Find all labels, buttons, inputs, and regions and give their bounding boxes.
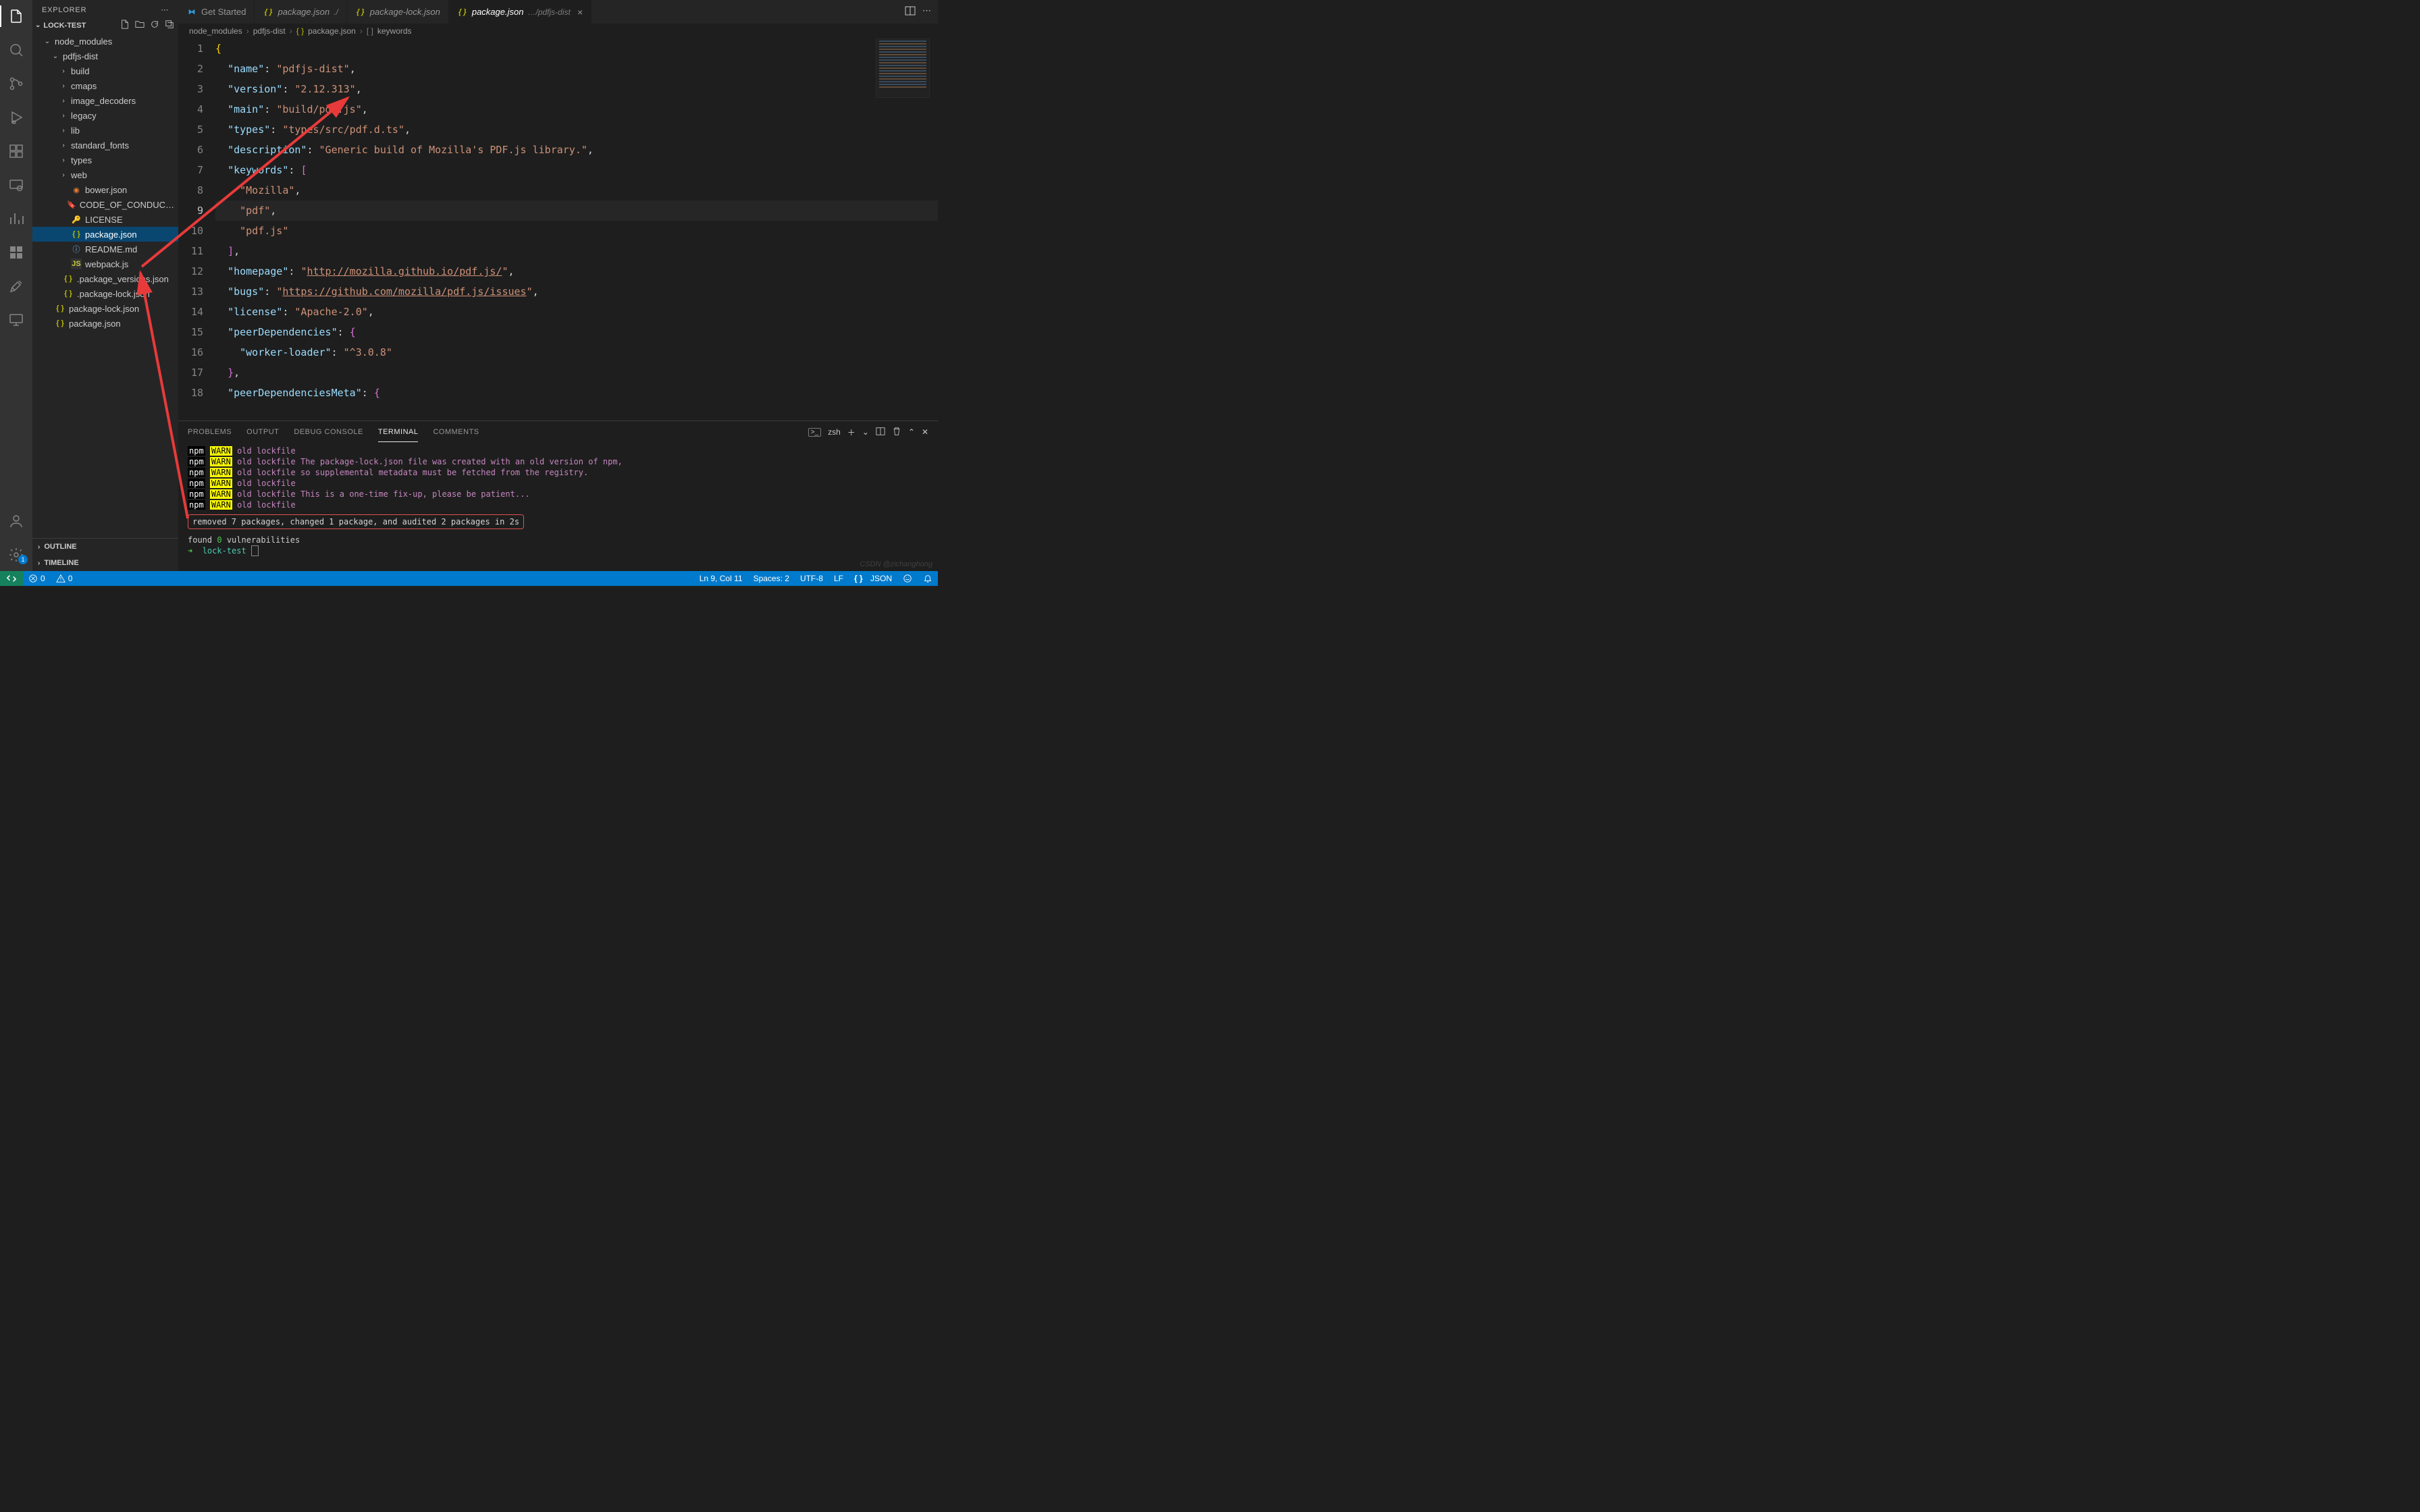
terminal-up-icon[interactable]: ⌃ [908, 427, 915, 437]
editor-tab[interactable]: { }package.json ./ [255, 0, 346, 24]
settings-badge: 1 [18, 555, 28, 564]
editor-tabs: ⧓Get Started{ }package.json ./{ }package… [178, 0, 938, 24]
file-item[interactable]: JSwebpack.js [32, 256, 178, 271]
terminal-chevron-icon[interactable]: ⌄ [862, 427, 869, 437]
file-item[interactable]: ⓘREADME.md [32, 242, 178, 256]
folder-item[interactable]: ›image_decoders [32, 93, 178, 108]
outline-section[interactable]: ›OUTLINE [32, 539, 178, 555]
folder-item[interactable]: ›build [32, 63, 178, 78]
timeline-section[interactable]: ›TIMELINE [32, 555, 178, 571]
activity-graph-icon[interactable] [0, 208, 32, 230]
file-item[interactable]: 🔖CODE_OF_CONDUC… [32, 197, 178, 212]
project-name: LOCK-TEST [43, 22, 86, 30]
watermark: CSDN @zichanghong [860, 560, 932, 568]
status-feedback-icon[interactable] [897, 574, 918, 583]
file-item[interactable]: { }.package_versions.json [32, 271, 178, 286]
breadcrumb[interactable]: node_modules› pdfjs-dist› { }package.jso… [178, 24, 938, 38]
file-item[interactable]: { }package-lock.json [32, 301, 178, 316]
editor-tab[interactable]: { }package.json …/pdfjs-dist× [449, 0, 591, 24]
editor-tab[interactable]: { }package-lock.json [347, 0, 449, 24]
status-warnings[interactable]: 0 [51, 571, 78, 586]
chevron-down-icon: ⌄ [35, 22, 41, 29]
sidebar-title: EXPLORER [42, 6, 86, 14]
bottom-panel: PROBLEMS OUTPUT DEBUG CONSOLE TERMINAL C… [178, 421, 938, 571]
file-item[interactable]: { }package.json [32, 227, 178, 242]
status-errors[interactable]: 0 [23, 571, 51, 586]
folder-item[interactable]: ›types [32, 153, 178, 167]
folder-item[interactable]: ⌄node_modules [32, 34, 178, 49]
panel-tab-comments[interactable]: COMMENTS [433, 423, 479, 441]
activity-extensions-icon[interactable] [0, 140, 32, 162]
activity-explorer-icon[interactable] [0, 5, 32, 27]
tab-more-icon[interactable]: ⋯ [922, 5, 931, 18]
file-item[interactable]: { }package.json [32, 316, 178, 331]
new-file-icon[interactable] [120, 20, 130, 31]
file-tree[interactable]: ⌄node_modules⌄pdfjs-dist›build›cmaps›ima… [32, 34, 178, 538]
sidebar-more-icon[interactable]: ⋯ [161, 5, 169, 14]
remote-indicator[interactable] [0, 571, 23, 586]
activity-grid-icon[interactable] [0, 242, 32, 263]
editor-tab[interactable]: ⧓Get Started [178, 0, 255, 24]
activity-desktop-icon[interactable] [0, 309, 32, 331]
file-item[interactable]: ◉bower.json [32, 182, 178, 197]
status-lncol[interactable]: Ln 9, Col 11 [694, 574, 748, 583]
terminal-new-icon[interactable]: ＋ [847, 427, 856, 438]
activity-scm-icon[interactable] [0, 73, 32, 94]
terminal-split-icon[interactable] [876, 427, 885, 438]
terminal-trash-icon[interactable] [892, 427, 901, 438]
activity-tools-icon[interactable] [0, 275, 32, 297]
refresh-icon[interactable] [150, 20, 159, 31]
status-bar: 0 0 Ln 9, Col 11 Spaces: 2 UTF-8 LF { } … [0, 571, 938, 586]
status-eol[interactable]: LF [828, 574, 849, 583]
activity-settings-icon[interactable]: 1 [0, 544, 32, 566]
terminal-shell-label: zsh [828, 427, 841, 437]
activity-account-icon[interactable] [0, 510, 32, 532]
activity-search-icon[interactable] [0, 39, 32, 61]
activity-run-icon[interactable] [0, 107, 32, 128]
file-item[interactable]: 🔑LICENSE [32, 212, 178, 227]
file-item[interactable]: { }.package-lock.json [32, 286, 178, 301]
terminal-output[interactable]: npm WARN old lockfilenpm WARN old lockfi… [178, 443, 938, 571]
split-editor-icon[interactable] [905, 5, 916, 18]
terminal-shell-icon[interactable]: >_ [808, 428, 821, 437]
terminal-close-icon[interactable]: ✕ [922, 427, 928, 437]
code-editor[interactable]: 123456789101112131415161718 { "name": "p… [178, 38, 938, 421]
status-spaces[interactable]: Spaces: 2 [748, 574, 795, 583]
folder-item[interactable]: ⌄pdfjs-dist [32, 49, 178, 63]
panel-tab-terminal[interactable]: TERMINAL [378, 423, 419, 442]
status-language[interactable]: { } JSON [849, 574, 897, 583]
explorer-sidebar: EXPLORER ⋯ ⌄ LOCK-TEST ⌄node_modules⌄pdf… [32, 0, 178, 571]
status-encoding[interactable]: UTF-8 [795, 574, 828, 583]
panel-tab-problems[interactable]: PROBLEMS [188, 423, 232, 441]
panel-tab-output[interactable]: OUTPUT [246, 423, 279, 441]
folder-item[interactable]: ›web [32, 167, 178, 182]
folder-item[interactable]: ›standard_fonts [32, 138, 178, 153]
folder-item[interactable]: ›legacy [32, 108, 178, 123]
panel-tab-debug[interactable]: DEBUG CONSOLE [294, 423, 363, 441]
tab-close-icon[interactable]: × [577, 7, 583, 18]
collapse-all-icon[interactable] [165, 20, 174, 31]
activity-remote-icon[interactable] [0, 174, 32, 196]
folder-item[interactable]: ›lib [32, 123, 178, 138]
folder-item[interactable]: ›cmaps [32, 78, 178, 93]
project-header[interactable]: ⌄ LOCK-TEST [32, 17, 178, 34]
new-folder-icon[interactable] [135, 20, 144, 31]
status-bell-icon[interactable] [918, 574, 938, 583]
minimap[interactable] [876, 38, 930, 98]
activity-bar: 1 [0, 0, 32, 571]
